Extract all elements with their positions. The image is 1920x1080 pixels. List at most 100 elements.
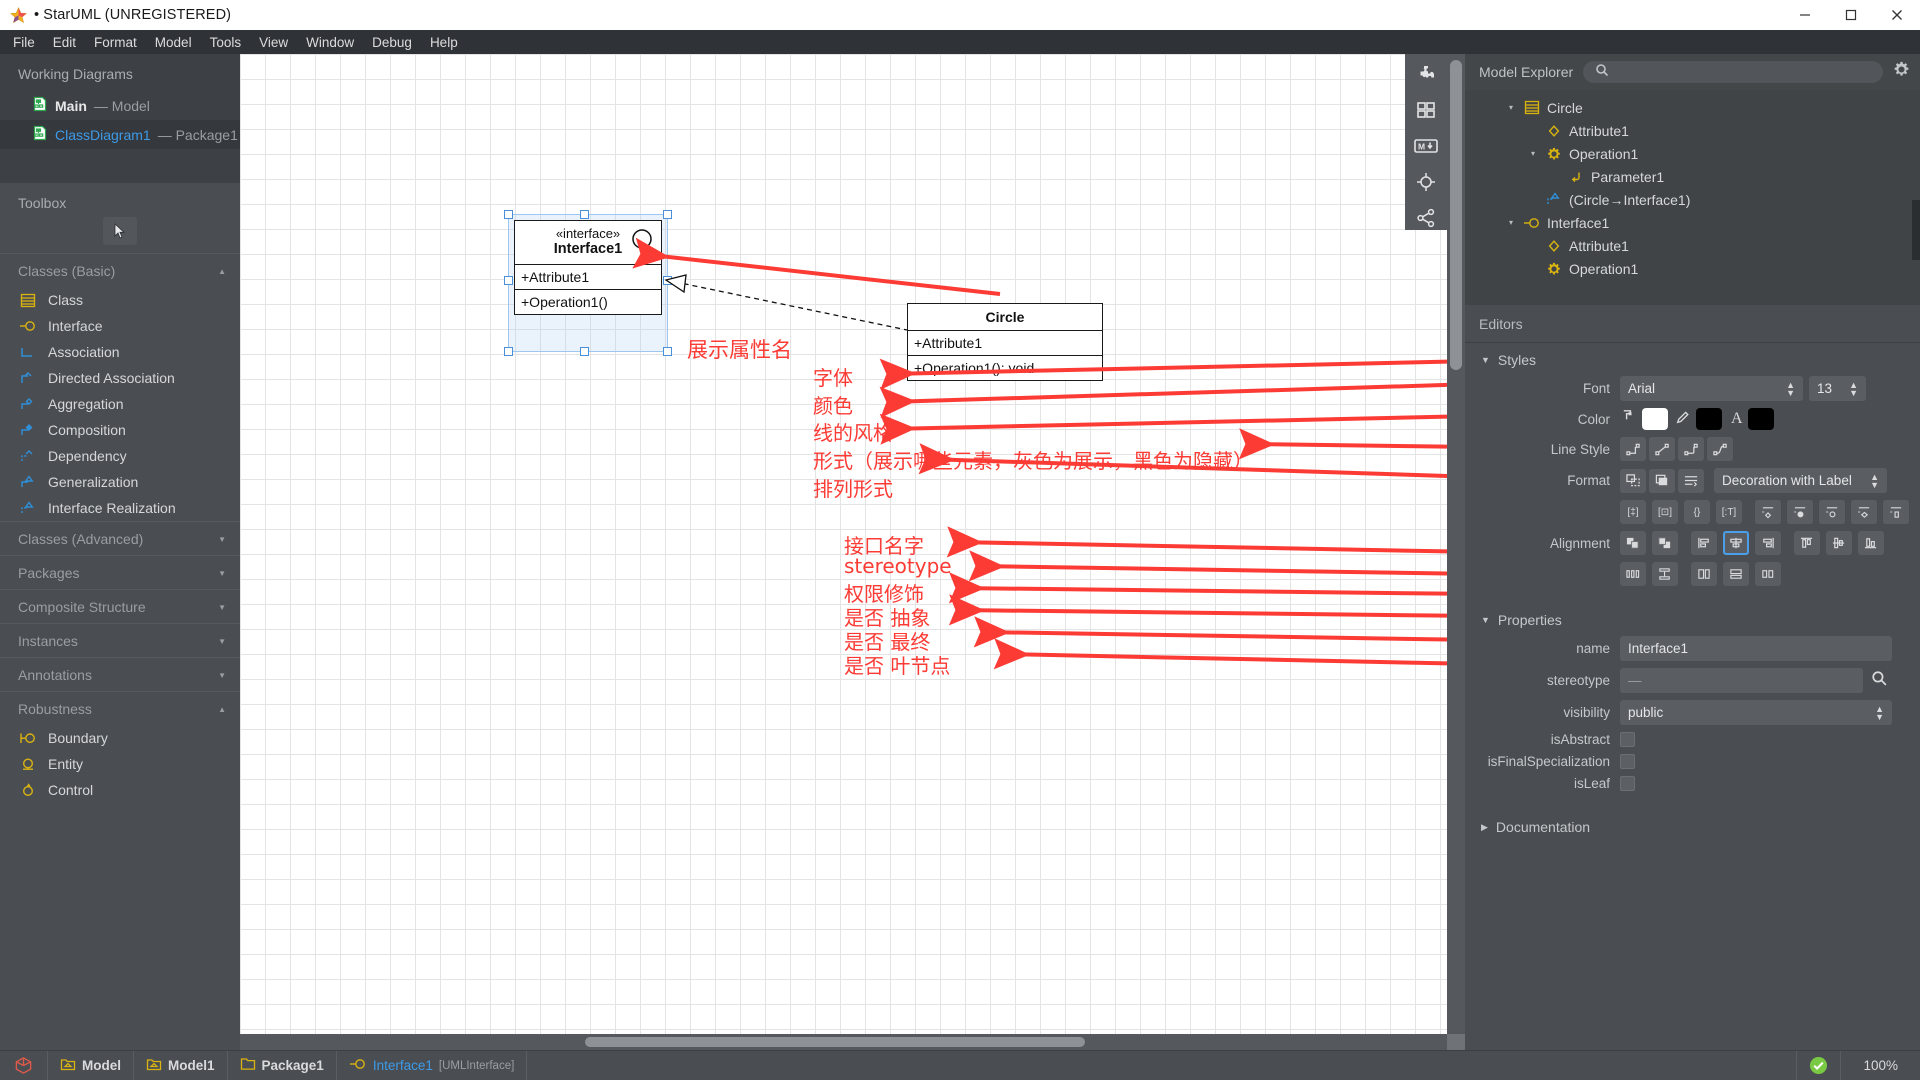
canvas-vertical-scrollbar[interactable] <box>1447 54 1465 1034</box>
interface-node[interactable]: «interface» Interface1 +Attribute1 +Oper… <box>514 220 662 315</box>
show-type-icon[interactable]: [:T] <box>1716 500 1742 524</box>
tree-item-attribute1[interactable]: Attribute1 <box>1465 234 1920 257</box>
tool-class[interactable]: Class <box>0 287 240 313</box>
tree-item-circle-interface1[interactable]: (Circle→Interface1) <box>1465 188 1920 211</box>
toolbox-group-instances[interactable]: Instances ▼ <box>0 623 240 657</box>
resize-handle[interactable] <box>663 347 672 356</box>
word-wrap-icon[interactable] <box>1678 468 1704 493</box>
scrollbar-thumb[interactable] <box>585 1037 1085 1047</box>
status-item-model1[interactable]: Model1 <box>134 1050 228 1080</box>
working-diagram-main[interactable]: Main — Model <box>0 91 240 120</box>
share-icon[interactable] <box>1412 206 1440 230</box>
menu-help[interactable]: Help <box>421 32 467 53</box>
menu-edit[interactable]: Edit <box>44 32 85 53</box>
working-diagram-classdiagram1[interactable]: ClassDiagram1 — Package1 <box>0 120 240 149</box>
grid-icon[interactable] <box>1412 98 1440 122</box>
show-namespace-icon[interactable]: {} <box>1684 500 1710 524</box>
tree-item-parameter1[interactable]: Parameter1 <box>1465 165 1920 188</box>
search-input[interactable] <box>1583 61 1883 83</box>
oblique-icon[interactable] <box>1649 437 1675 461</box>
align-middle-icon[interactable] <box>1826 531 1852 555</box>
menu-model[interactable]: Model <box>146 32 201 53</box>
menu-tools[interactable]: Tools <box>201 32 251 53</box>
styles-section-header[interactable]: ▼ Styles <box>1465 343 1920 376</box>
rectilinear-icon[interactable] <box>1620 437 1646 461</box>
tool-interface[interactable]: Interface <box>0 313 240 339</box>
diagram-canvas[interactable]: «interface» Interface1 +Attribute1 +Oper… <box>240 54 1447 1034</box>
isleaf-checkbox[interactable] <box>1620 776 1635 791</box>
status-item-interface1[interactable]: Interface1 [UMLInterface] <box>337 1050 528 1080</box>
align-bottom-icon[interactable] <box>1858 531 1884 555</box>
hide-template-icon[interactable]: × <box>1851 500 1877 524</box>
stereotype-input[interactable]: — <box>1620 668 1863 693</box>
tree-item-operation1[interactable]: Operation1 <box>1465 257 1920 280</box>
font-color-icon[interactable]: A <box>1731 410 1743 428</box>
resize-handle[interactable] <box>504 276 513 285</box>
line-color-swatch[interactable] <box>1696 408 1722 430</box>
tool-aggregation[interactable]: Aggregation <box>0 391 240 417</box>
toolbox-group-composite-structure[interactable]: Composite Structure ▼ <box>0 589 240 623</box>
distribute-horizontal-icon[interactable] <box>1620 562 1646 586</box>
hide-receptions-icon[interactable]: × <box>1819 500 1845 524</box>
properties-section-header[interactable]: ▼ Properties <box>1465 603 1920 636</box>
resize-handle[interactable] <box>580 347 589 356</box>
format-select[interactable]: Decoration with Label ▲ ▼ <box>1714 468 1887 493</box>
tree-item-operation1[interactable]: ▾ Operation1 <box>1465 142 1920 165</box>
same-width-icon[interactable] <box>1723 562 1749 586</box>
status-item-package1[interactable]: Package1 <box>228 1050 337 1080</box>
toolbox-group-annotations[interactable]: Annotations ▼ <box>0 657 240 691</box>
hide-operation-icon[interactable]: × <box>1787 500 1813 524</box>
tree-item-circle[interactable]: ▾ Circle <box>1465 96 1920 119</box>
show-property-icon[interactable]: [‡] <box>1620 500 1646 524</box>
menu-debug[interactable]: Debug <box>363 32 421 53</box>
pointer-cursor-icon[interactable] <box>103 217 137 245</box>
font-select[interactable]: Arial ▲ ▼ <box>1620 376 1803 401</box>
align-center-icon[interactable] <box>1723 531 1749 555</box>
puzzle-icon[interactable] <box>1412 62 1440 86</box>
fill-color-swatch[interactable] <box>1642 408 1668 430</box>
resize-handle[interactable] <box>504 347 513 356</box>
same-size-icon[interactable] <box>1755 562 1781 586</box>
curve-icon[interactable] <box>1707 437 1733 461</box>
send-to-back-icon[interactable] <box>1652 531 1678 555</box>
hide-attribute-icon[interactable]: × <box>1755 500 1781 524</box>
text-color-swatch[interactable] <box>1747 408 1774 430</box>
isfinalspecialization-checkbox[interactable] <box>1620 754 1635 769</box>
tree-item-interface1[interactable]: ▾ Interface1 <box>1465 211 1920 234</box>
gear-icon[interactable] <box>1893 61 1910 83</box>
resize-handle[interactable] <box>580 210 589 219</box>
isabstract-checkbox[interactable] <box>1620 732 1635 747</box>
menu-format[interactable]: Format <box>85 32 146 53</box>
markdown-icon[interactable]: M <box>1412 134 1440 158</box>
project-icon[interactable] <box>0 1050 48 1080</box>
stereotype-search-icon[interactable] <box>1871 670 1888 692</box>
bring-to-front-icon[interactable] <box>1620 531 1646 555</box>
maximize-button[interactable] <box>1828 0 1874 30</box>
show-shadow-icon[interactable] <box>1649 468 1675 493</box>
tree-twisty[interactable]: ▾ <box>1527 149 1539 158</box>
minimize-button[interactable] <box>1782 0 1828 30</box>
resize-handle[interactable] <box>504 210 513 219</box>
toolbox-group-packages[interactable]: Packages ▼ <box>0 555 240 589</box>
resize-handle[interactable] <box>663 210 672 219</box>
name-input[interactable]: Interface1 <box>1620 636 1892 661</box>
tool-interface-realization[interactable]: Interface Realization <box>0 495 240 521</box>
documentation-section-header[interactable]: ▶ Documentation <box>1465 810 1920 843</box>
distribute-vertical-icon[interactable] <box>1652 562 1678 586</box>
align-top-icon[interactable] <box>1794 531 1820 555</box>
close-button[interactable] <box>1874 0 1920 30</box>
rounded-rectilinear-icon[interactable] <box>1678 437 1704 461</box>
tool-boundary[interactable]: Boundary <box>0 725 240 751</box>
toolbox-group-classes-advanced[interactable]: Classes (Advanced) ▼ <box>0 521 240 555</box>
tool-directed-association[interactable]: Directed Association <box>0 365 240 391</box>
tool-association[interactable]: Association <box>0 339 240 365</box>
tool-control[interactable]: Control <box>0 777 240 803</box>
pencil-icon[interactable] <box>1675 409 1691 430</box>
paint-bucket-icon[interactable] <box>1620 408 1637 430</box>
target-icon[interactable] <box>1412 170 1440 194</box>
tool-composition[interactable]: Composition <box>0 417 240 443</box>
align-right-icon[interactable] <box>1755 531 1781 555</box>
circle-node[interactable]: Circle +Attribute1 +Operation1(): void <box>907 303 1103 381</box>
resize-handle[interactable] <box>663 276 672 285</box>
zoom-level[interactable]: 100% <box>1841 1051 1920 1080</box>
